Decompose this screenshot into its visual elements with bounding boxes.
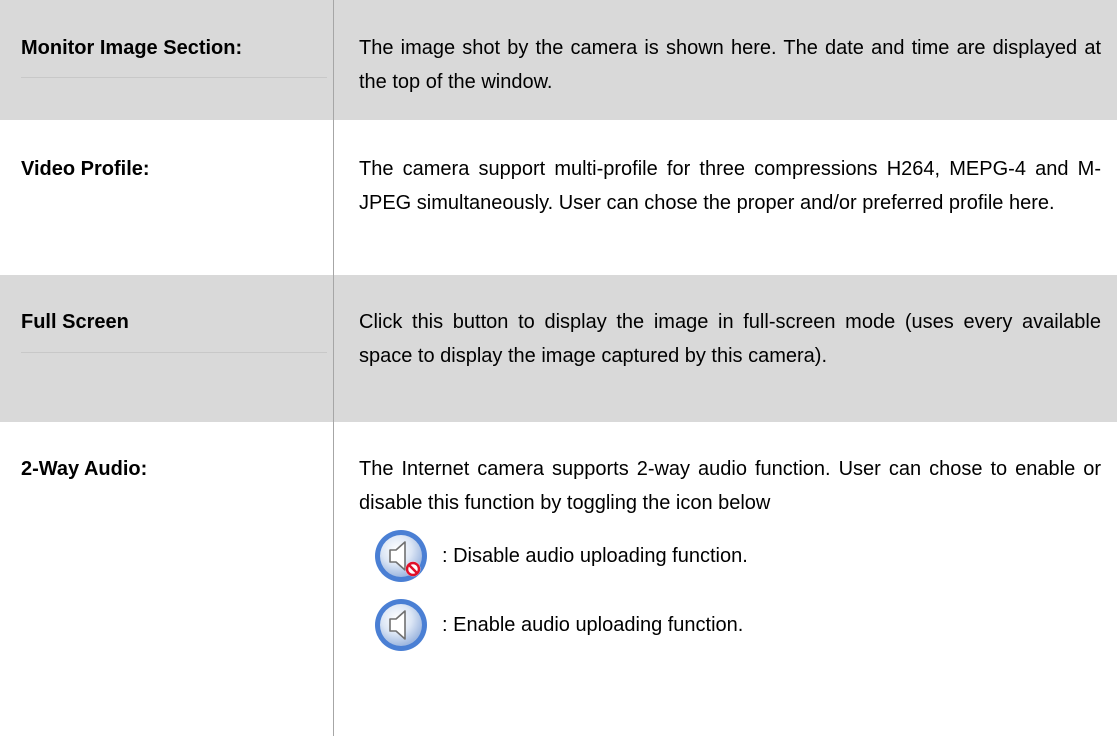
row-description: The image shot by the camera is shown he…	[333, 0, 1117, 120]
row-label: Monitor Image Section:	[0, 0, 333, 120]
table-row-video-profile: Video Profile: The camera support multi-…	[0, 120, 1117, 275]
speaker-icon	[375, 599, 427, 651]
icon-legend-enable: : Enable audio uploading function.	[373, 593, 1101, 657]
description-text: The image shot by the camera is shown he…	[359, 37, 1101, 93]
label-text: 2-Way Audio:	[21, 458, 148, 480]
row-label: 2-Way Audio:	[0, 422, 333, 736]
table-row-full-screen: Full Screen Click this button to display…	[0, 275, 1117, 422]
feature-description-table: Monitor Image Section: The image shot by…	[0, 0, 1117, 736]
table-row-monitor-image-section: Monitor Image Section: The image shot by…	[0, 0, 1117, 120]
row-description: The Internet camera supports 2-way audio…	[333, 422, 1117, 736]
label-underline	[21, 77, 327, 78]
table-row-2-way-audio: 2-Way Audio: The Internet camera support…	[0, 422, 1117, 736]
description-text: The camera support multi-profile for thr…	[359, 158, 1101, 214]
label-text: Video Profile:	[21, 158, 150, 180]
description-text: Click this button to display the image i…	[359, 311, 1101, 367]
row-label: Full Screen	[0, 275, 333, 422]
label-text: Full Screen	[21, 311, 129, 333]
label-text: Monitor Image Section:	[21, 37, 243, 59]
row-label: Video Profile:	[0, 120, 333, 275]
speaker-disabled-icon	[375, 530, 427, 582]
row-description: Click this button to display the image i…	[333, 275, 1117, 422]
icon-legend-text: : Enable audio uploading function.	[442, 614, 744, 636]
icon-legend-disable: : Disable audio uploading function.	[373, 524, 1101, 588]
label-underline	[21, 352, 327, 353]
row-description: The camera support multi-profile for thr…	[333, 120, 1117, 275]
icon-legend-text: : Disable audio uploading function.	[442, 545, 748, 567]
description-text: The Internet camera supports 2-way audio…	[359, 458, 1101, 514]
